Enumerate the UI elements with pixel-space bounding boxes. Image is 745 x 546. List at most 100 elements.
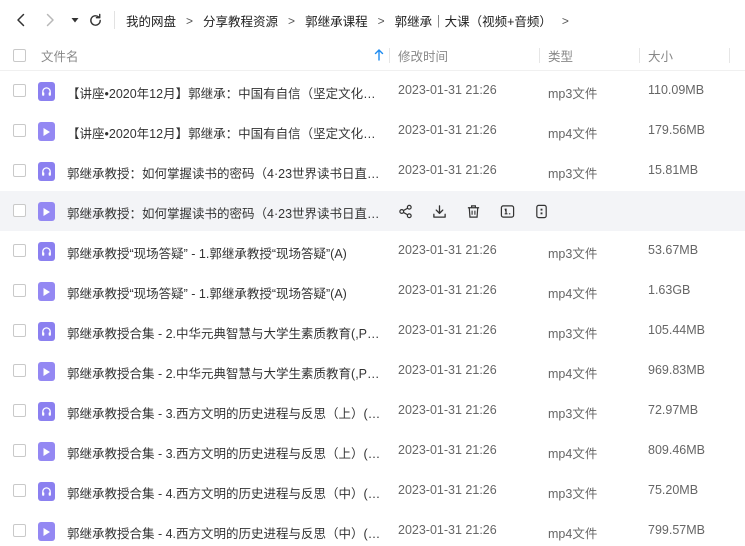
file-name[interactable]: 郭继承教授合集 - 2.中华元典智慧与大学生素质教育(,P2).mp3 <box>67 323 382 342</box>
arrow-up-icon[interactable] <box>374 49 384 64</box>
file-name[interactable]: 郭继承教授合集 - 4.西方文明的历史进程与反思（中）(,P4) <box>67 523 382 542</box>
share-button[interactable] <box>396 202 414 220</box>
table-row[interactable]: 郭继承教授：如何掌握读书的密码（4·23世界读书日直播） 2023-01-31 2… <box>0 151 745 191</box>
table-row[interactable]: 郭继承教授“现场答疑” - 1.郭继承教授“现场答疑”(A) 2023-01-31… <box>0 271 745 311</box>
row-checkbox[interactable] <box>13 444 26 457</box>
file-name[interactable]: 【讲座•2020年12月】郭继承：中国有自信（坚定文化自信，讲好中国故事） <box>67 83 382 102</box>
row-checkbox[interactable] <box>13 364 26 377</box>
file-size: 179.56MB <box>648 123 705 137</box>
file-type: mp3文件 <box>548 87 598 101</box>
column-header-size-label: 大小 <box>648 50 674 64</box>
rename-icon <box>500 204 515 219</box>
table-row[interactable]: 郭继承教授“现场答疑” - 1.郭继承教授“现场答疑”(A) 2023-01-31… <box>0 231 745 271</box>
file-size: 809.46MB <box>648 443 705 457</box>
breadcrumb-item-guo-courses[interactable]: 郭继承课程 <box>305 11 368 30</box>
file-name[interactable]: 郭继承教授：如何掌握读书的密码（4·23世界读书日直播） <box>67 203 382 222</box>
file-modified-time: 2023-01-31 21:26 <box>398 363 497 377</box>
row-checkbox[interactable] <box>13 124 26 137</box>
table-row[interactable]: 郭继承教授合集 - 4.西方文明的历史进程与反思（中）(,P4) 2023-01-… <box>0 471 745 511</box>
table-row[interactable]: 【讲座•2020年12月】郭继承：中国有自信（坚定文化自信，讲好中国故事） 202… <box>0 111 745 151</box>
column-header-modified[interactable]: 修改时间 <box>398 40 448 71</box>
breadcrumb-item-my-drive[interactable]: 我的网盘 <box>126 11 176 30</box>
table-row[interactable]: 郭继承教授合集 - 2.中华元典智慧与大学生素质教育(,P2).mp3 2023-… <box>0 311 745 351</box>
file-size: 72.97MB <box>648 403 699 417</box>
column-divider <box>729 48 730 63</box>
breadcrumb-item-shared-resources[interactable]: 分享教程资源 <box>203 11 278 30</box>
table-row[interactable]: 郭继承教授合集 - 4.西方文明的历史进程与反思（中）(,P4) 2023-01-… <box>0 511 745 546</box>
row-checkbox[interactable] <box>13 484 26 497</box>
more-icon <box>534 204 549 219</box>
trash-button[interactable] <box>464 202 482 220</box>
audio-file-icon <box>38 242 55 261</box>
history-dropdown-button[interactable] <box>65 10 85 30</box>
download-icon <box>432 204 447 219</box>
file-name[interactable]: 郭继承教授合集 - 3.西方文明的历史进程与反思（上）(,P3) <box>67 443 382 462</box>
file-modified-time: 2023-01-31 21:26 <box>398 243 497 257</box>
column-header-name[interactable]: 文件名 <box>41 40 386 71</box>
row-checkbox[interactable] <box>13 204 26 217</box>
column-divider <box>389 48 390 63</box>
file-name[interactable]: 郭继承教授：如何掌握读书的密码（4·23世界读书日直播） <box>67 163 382 182</box>
toolbar: 我的网盘 > 分享教程资源 > 郭继承课程 > 郭继承｜大课（视频+音频） > <box>0 0 745 40</box>
file-type: mp3文件 <box>548 247 598 261</box>
forward-button[interactable] <box>40 10 60 30</box>
file-name[interactable]: 郭继承教授“现场答疑” - 1.郭继承教授“现场答疑”(A) <box>67 283 382 302</box>
breadcrumb-separator: > <box>288 13 296 28</box>
file-modified-time: 2023-01-31 21:26 <box>398 323 497 337</box>
file-name[interactable]: 郭继承教授“现场答疑” - 1.郭继承教授“现场答疑”(A) <box>67 243 382 262</box>
file-size: 105.44MB <box>648 323 705 337</box>
more-button[interactable] <box>532 202 550 220</box>
column-header-type[interactable]: 类型 <box>548 40 573 71</box>
download-button[interactable] <box>430 202 448 220</box>
row-checkbox[interactable] <box>13 324 26 337</box>
file-list-header: 文件名 修改时间 类型 大小 <box>0 40 745 71</box>
trash-icon <box>466 204 481 219</box>
rename-button[interactable] <box>498 202 516 220</box>
refresh-button[interactable] <box>85 10 105 30</box>
select-all-checkbox[interactable] <box>13 49 26 62</box>
file-size: 969.83MB <box>648 363 705 377</box>
breadcrumb-separator: > <box>561 13 569 28</box>
video-file-icon <box>38 522 55 541</box>
row-checkbox[interactable] <box>13 244 26 257</box>
column-divider <box>539 48 540 63</box>
file-name[interactable]: 郭继承教授合集 - 3.西方文明的历史进程与反思（上）(,P3) <box>67 403 382 422</box>
file-name[interactable]: 郭继承教授合集 - 2.中华元典智慧与大学生素质教育(,P2).mp4 <box>67 363 382 382</box>
file-type: mp3文件 <box>548 487 598 501</box>
column-header-name-label: 文件名 <box>41 50 79 64</box>
share-icon <box>398 204 413 219</box>
file-type: mp4文件 <box>548 127 598 141</box>
file-list: 【讲座•2020年12月】郭继承：中国有自信（坚定文化自信，讲好中国故事） 202… <box>0 71 745 546</box>
column-header-type-label: 类型 <box>548 50 574 64</box>
file-modified-time: 2023-01-31 21:26 <box>398 443 497 457</box>
file-type: mp3文件 <box>548 327 598 341</box>
table-row[interactable]: 郭继承教授合集 - 3.西方文明的历史进程与反思（上）(,P3) 2023-01-… <box>0 391 745 431</box>
table-row[interactable]: 郭继承教授合集 - 2.中华元典智慧与大学生素质教育(,P2).mp4 2023-… <box>0 351 745 391</box>
column-header-size[interactable]: 大小 <box>648 40 673 71</box>
video-file-icon <box>38 122 55 141</box>
breadcrumb-item-current-folder[interactable]: 郭继承｜大课（视频+音频） <box>395 11 552 30</box>
file-type: mp4文件 <box>548 447 598 461</box>
file-name[interactable]: 【讲座•2020年12月】郭继承：中国有自信（坚定文化自信，讲好中国故事） <box>67 123 382 142</box>
column-divider <box>639 48 640 63</box>
back-button[interactable] <box>11 10 31 30</box>
video-file-icon <box>38 362 55 381</box>
file-size: 75.20MB <box>648 483 699 497</box>
table-row[interactable]: 郭继承教授合集 - 3.西方文明的历史进程与反思（上）(,P3) 2023-01-… <box>0 431 745 471</box>
file-size: 1.63GB <box>648 283 691 297</box>
row-checkbox[interactable] <box>13 84 26 97</box>
audio-file-icon <box>38 482 55 501</box>
file-modified-time: 2023-01-31 21:26 <box>398 283 497 297</box>
file-name[interactable]: 郭继承教授合集 - 4.西方文明的历史进程与反思（中）(,P4) <box>67 483 382 502</box>
file-size: 15.81MB <box>648 163 699 177</box>
row-checkbox[interactable] <box>13 524 26 537</box>
file-size: 53.67MB <box>648 243 699 257</box>
row-checkbox[interactable] <box>13 164 26 177</box>
chevron-right-icon <box>46 13 54 27</box>
row-checkbox[interactable] <box>13 284 26 297</box>
table-row[interactable]: 【讲座•2020年12月】郭继承：中国有自信（坚定文化自信，讲好中国故事） 202… <box>0 71 745 111</box>
row-checkbox[interactable] <box>13 404 26 417</box>
table-row[interactable]: 郭继承教授：如何掌握读书的密码（4·23世界读书日直播） <box>0 191 745 231</box>
refresh-icon <box>89 13 101 26</box>
file-modified-time: 2023-01-31 21:26 <box>398 163 497 177</box>
